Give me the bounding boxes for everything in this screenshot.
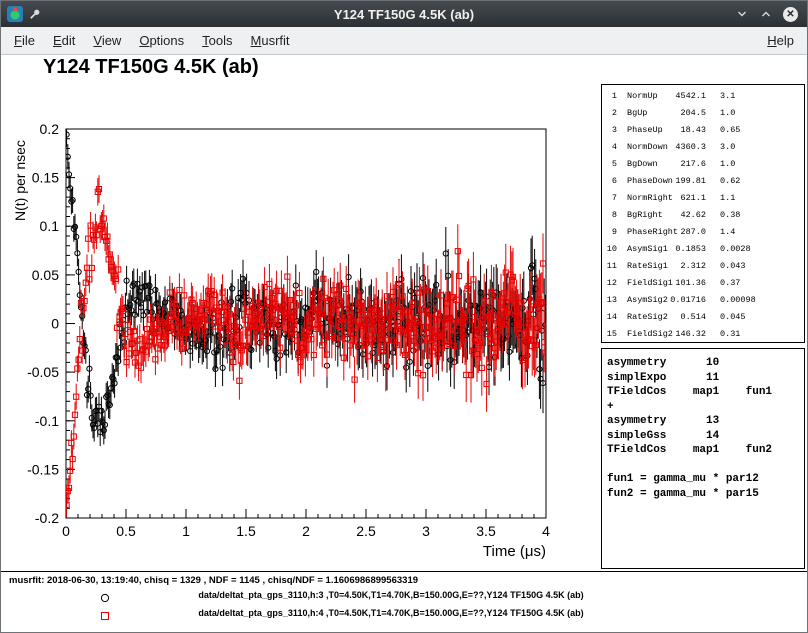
- menu-item-musrfit[interactable]: Musrfit: [242, 28, 299, 53]
- menu-item-view[interactable]: View: [84, 28, 130, 53]
- param-row: 1NormUp4542.13.1: [602, 88, 804, 105]
- y-tick-label: -0.2: [35, 510, 59, 526]
- y-tick-label: -0.15: [27, 461, 59, 477]
- y-tick-label: -0.1: [35, 413, 59, 429]
- param-row: 4NormDown4360.33.0: [602, 139, 804, 156]
- app-window: Y124 TF150G 4.5K (ab) ✕ FileEditViewOpti…: [0, 0, 808, 633]
- param-row: 8BgRight42.620.38: [602, 207, 804, 224]
- param-row: 12FieldSig1101.360.37: [602, 275, 804, 292]
- x-tick-label: 2: [302, 523, 310, 539]
- menu-item-options[interactable]: Options: [130, 28, 193, 53]
- param-row: 6PhaseDown199.810.62: [602, 173, 804, 190]
- legend-circle-icon: [99, 592, 111, 604]
- x-tick-label: 4: [542, 523, 550, 539]
- legend-label: data/deltat_pta_gps_3110,h:3 ,T0=4.50K,T…: [111, 590, 671, 600]
- theory-box: asymmetry 10 simplExpo 11 TFieldCos map1…: [601, 348, 805, 569]
- theory-text: asymmetry 10 simplExpo 11 TFieldCos map1…: [607, 356, 804, 501]
- legend-label: data/deltat_pta_gps_3110,h:4 ,T0=4.50K,T…: [111, 608, 671, 618]
- menu-item-tools[interactable]: Tools: [193, 28, 241, 53]
- x-tick-label: 3.5: [476, 523, 496, 539]
- param-row: 11RateSig12.3120.043: [602, 258, 804, 275]
- param-row: 2BgUp204.51.0: [602, 105, 804, 122]
- legend-square-icon: [99, 610, 111, 622]
- y-tick-label: 0.1: [40, 218, 60, 234]
- param-row: 9PhaseRight287.01.4: [602, 224, 804, 241]
- legend-row: data/deltat_pta_gps_3110,h:3 ,T0=4.50K,T…: [1, 590, 807, 608]
- window-title: Y124 TF150G 4.5K (ab): [1, 7, 807, 22]
- close-icon[interactable]: ✕: [783, 7, 798, 22]
- param-box: 1NormUp4542.13.12BgUp204.51.03PhaseUp18.…: [601, 84, 805, 343]
- x-tick-label: 1: [182, 523, 190, 539]
- param-row: 3PhaseUp18.430.65: [602, 122, 804, 139]
- menu-item-file[interactable]: File: [5, 28, 44, 53]
- plot-frame: [66, 129, 546, 518]
- series-circle: [64, 122, 549, 446]
- legend-row: data/deltat_pta_gps_3110,h:4 ,T0=4.50K,T…: [1, 608, 807, 626]
- canvas-area: Y124 TF150G 4.5K (ab) 00.511.522.533.540…: [1, 55, 807, 632]
- param-row: 14RateSig20.5140.045: [602, 309, 804, 326]
- param-row: 10AsymSig10.18530.0028: [602, 241, 804, 258]
- series-square: [64, 175, 549, 517]
- x-tick-label: 3: [422, 523, 430, 539]
- pin-icon[interactable]: [28, 7, 42, 21]
- title-bar[interactable]: Y124 TF150G 4.5K (ab) ✕: [1, 1, 807, 27]
- x-tick-label: 2.5: [356, 523, 376, 539]
- plot-svg[interactable]: 0 0.5 1 1.5 2 2.5 3 3.5 4 0.2 0.15 0.1 0.05 0 -0.05 -0.…: [1, 55, 601, 575]
- maximize-icon[interactable]: [759, 7, 773, 21]
- app-icon[interactable]: [7, 6, 23, 22]
- y-tick-label: 0: [51, 316, 59, 332]
- x-axis-title: Time (μs): [483, 543, 546, 560]
- param-row: 5BgDown217.61.0: [602, 156, 804, 173]
- menu-item-edit[interactable]: Edit: [44, 28, 84, 53]
- param-row: 13AsymSig20.017160.00098: [602, 292, 804, 309]
- param-row: 7NormRight621.11.1: [602, 190, 804, 207]
- x-tick-label: 0: [62, 523, 70, 539]
- x-tick-label: 1.5: [236, 523, 256, 539]
- y-tick-label: -0.05: [27, 364, 59, 380]
- x-tick-label: 0.5: [116, 523, 136, 539]
- minimize-icon[interactable]: [735, 7, 749, 21]
- menu-item-help[interactable]: Help: [758, 28, 803, 53]
- y-tick-label: 0.05: [32, 267, 59, 283]
- menu-bar: FileEditViewOptionsToolsMusrfit Help: [1, 27, 807, 55]
- fit-status: musrfit: 2018-06-30, 13:19:40, chisq = 1…: [9, 575, 418, 586]
- param-row: 15FieldSig2146.320.31: [602, 326, 804, 343]
- y-tick-label: 0.15: [32, 170, 59, 186]
- y-axis-title: N(t) per nsec: [12, 140, 28, 221]
- status-separator: [1, 571, 807, 572]
- y-tick-label: 0.2: [40, 121, 60, 137]
